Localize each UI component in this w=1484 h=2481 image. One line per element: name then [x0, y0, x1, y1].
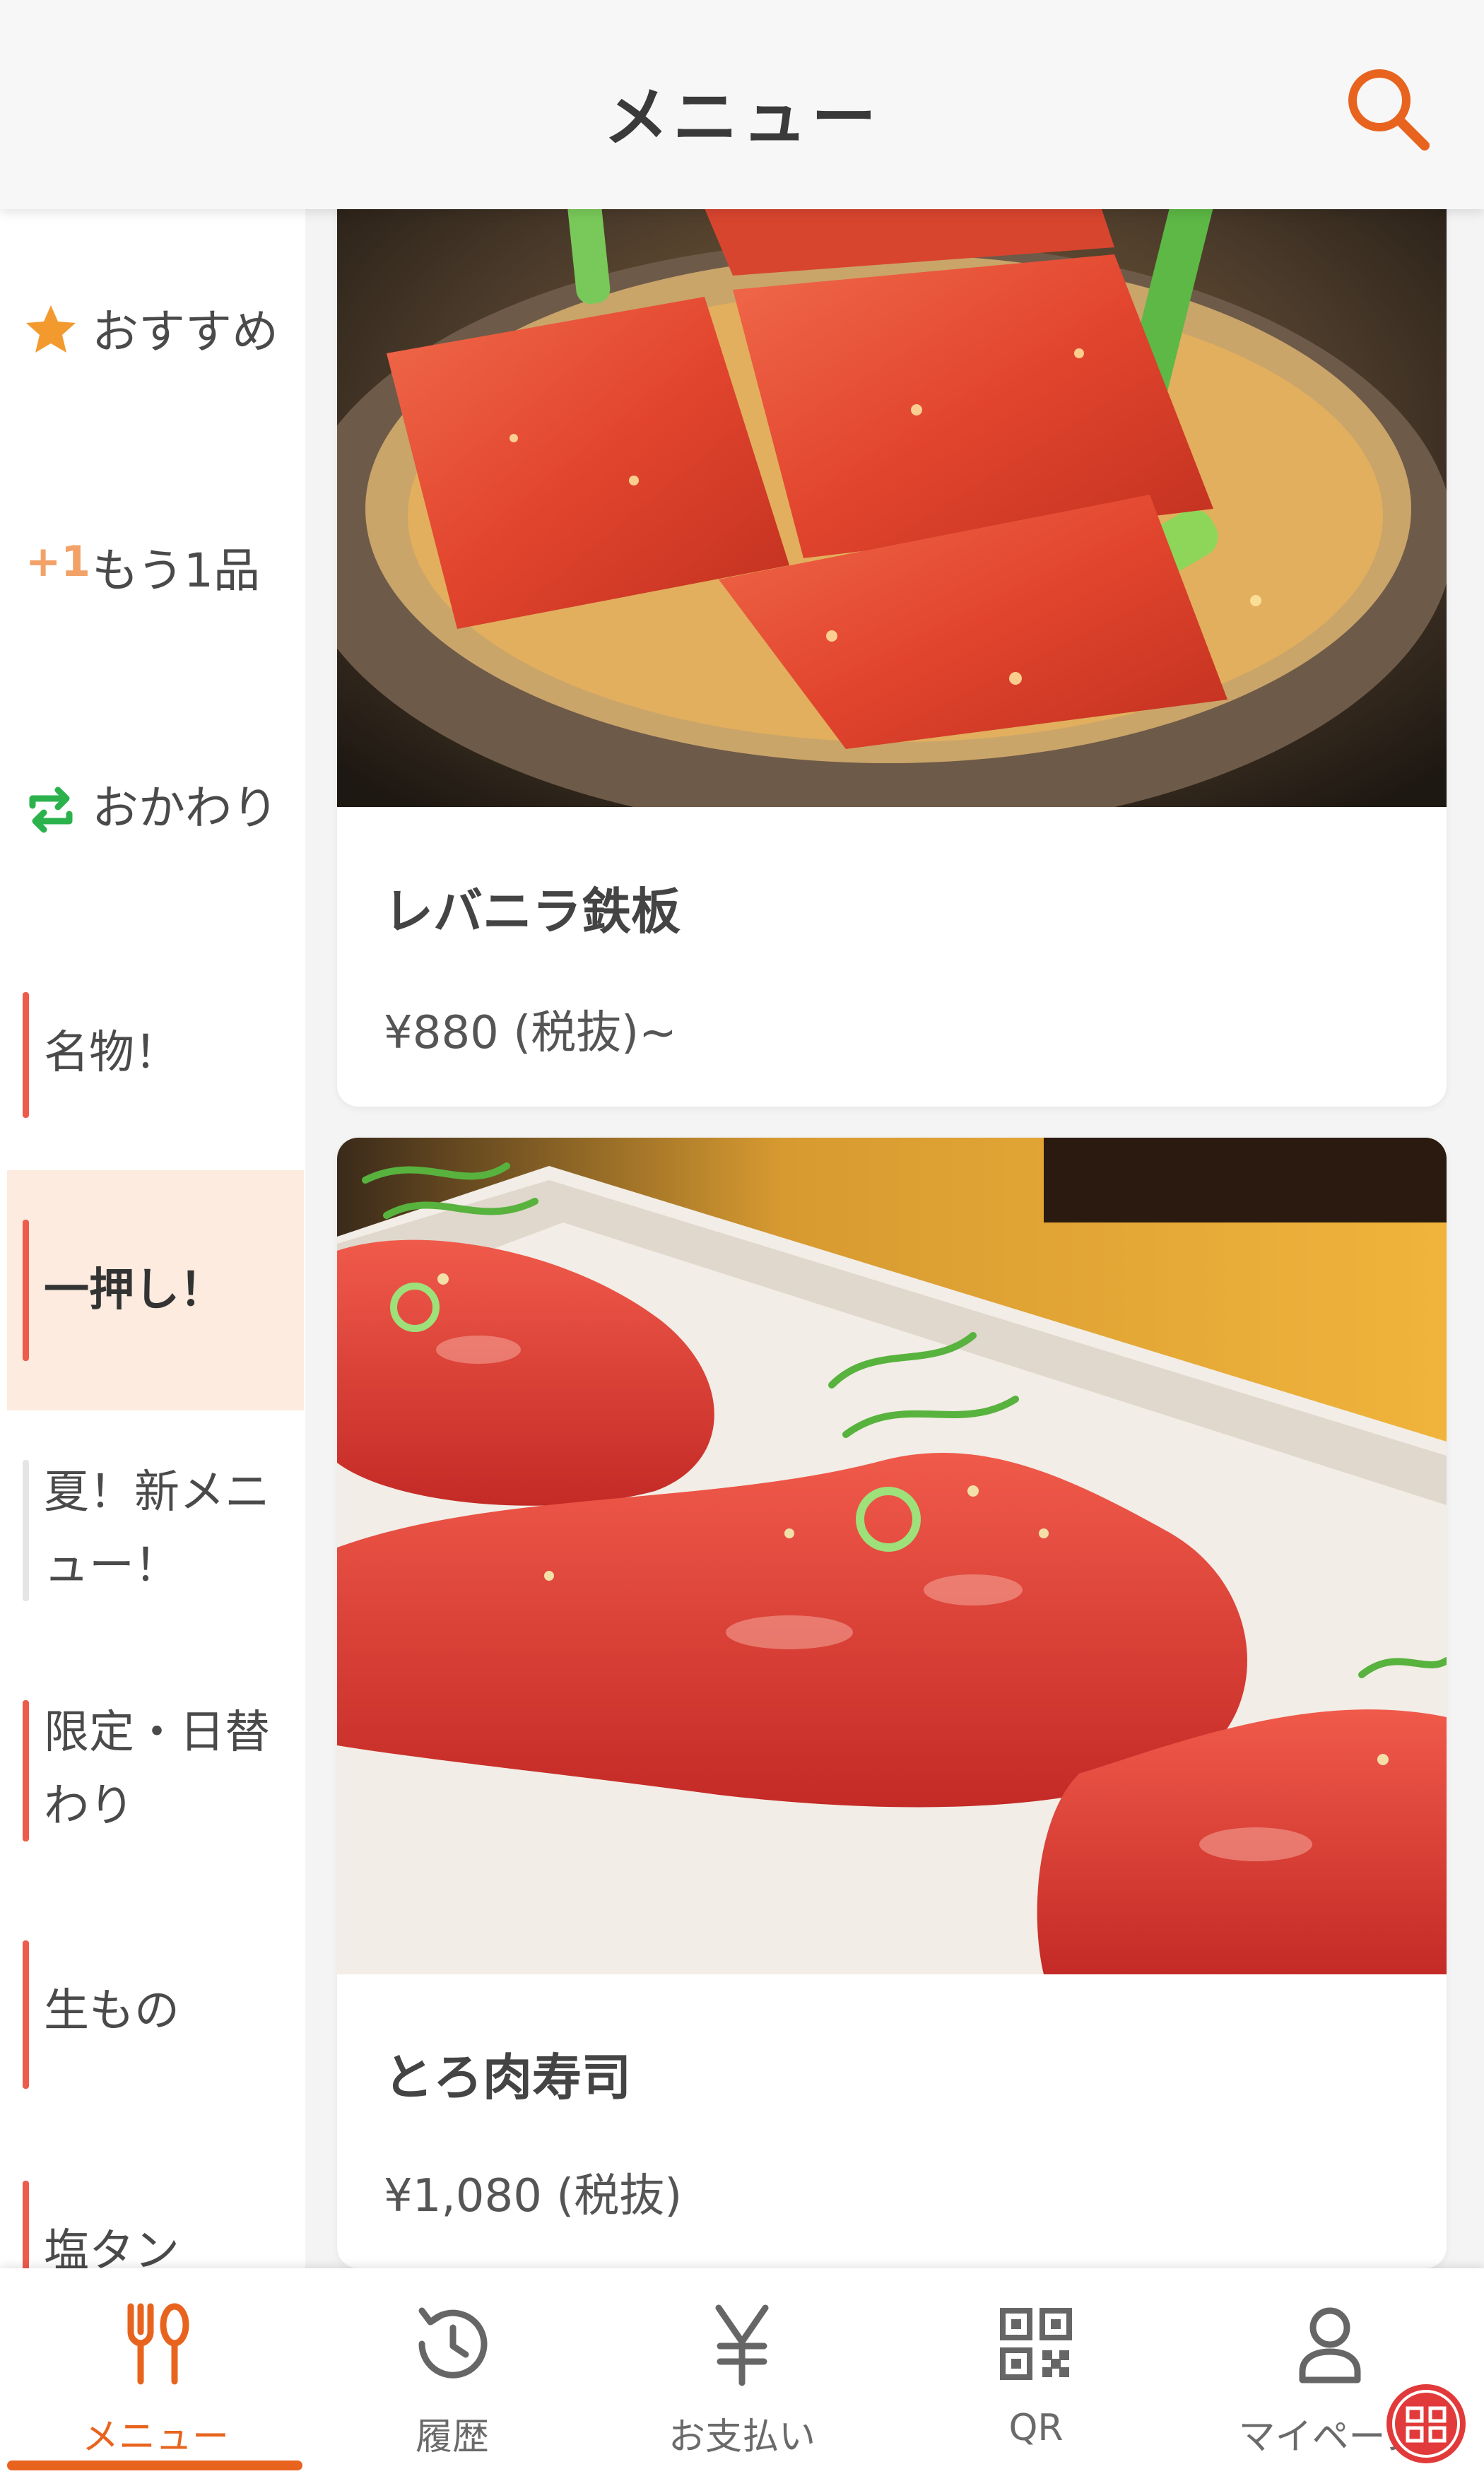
search-icon[interactable]: [1343, 64, 1435, 155]
menu-card[interactable]: レバニラ鉄板 ¥880 (税抜)~: [337, 141, 1447, 1107]
header-bar: メニュー: [0, 0, 1484, 209]
menu-item-price: ¥880 (税抜)~: [384, 1007, 677, 1059]
sidebar-item-salt-tongue[interactable]: 塩タン: [7, 2131, 304, 2268]
category-indicator: [23, 2181, 29, 2268]
sidebar-item-top-pick[interactable]: 一押し！: [7, 1170, 304, 1410]
sidebar-item-label: 夏！新メニュー！: [44, 1466, 270, 1592]
person-icon: [1299, 2307, 1361, 2383]
sidebar-item-raw[interactable]: 生もの: [7, 1891, 304, 2131]
tab-label: お支払い: [668, 2416, 815, 2458]
menu-item-name: レバニラ鉄板: [384, 883, 681, 941]
tab-qr[interactable]: QR: [888, 2268, 1184, 2481]
category-indicator: [23, 992, 29, 1118]
sidebar-item-label: 限定・日替わり: [44, 1707, 270, 1832]
tab-label: QR: [1008, 2407, 1064, 2449]
menu-item-name: とろ肉寿司: [384, 2049, 631, 2106]
liver-and-chives-iron-plate-photo: [337, 141, 1447, 807]
sidebar-item-label: 塩タン: [44, 2225, 179, 2268]
plus-one-icon: +1: [25, 537, 91, 587]
sidebar-item-label: おかわり: [92, 781, 278, 835]
sidebar-item-label: 一押し！: [44, 1264, 225, 1316]
stamp-seal-icon: [1386, 2384, 1466, 2463]
history-icon: [418, 2307, 488, 2379]
sidebar-item-summer-new[interactable]: 夏！新メニュー！: [7, 1410, 304, 1651]
menu-item-price: ¥1,080 (税抜): [384, 2170, 683, 2222]
category-indicator: [23, 1940, 29, 2089]
app-screen: メニュー おすすめ +1 もう1品 おかわり 名物！ 一押し！ 夏！新メニュー！…: [0, 0, 1484, 2481]
active-tab-indicator: [7, 2461, 302, 2470]
fork-spoon-icon: [127, 2303, 189, 2385]
menu-card[interactable]: とろ肉寿司 ¥1,080 (税抜): [337, 1138, 1447, 2268]
page-title: メニュー: [603, 80, 881, 155]
sidebar-item-label: もう1品: [92, 543, 261, 598]
tab-label: 履歴: [415, 2416, 489, 2458]
category-indicator: [23, 1700, 29, 1841]
refill-arrows-icon: [29, 786, 73, 833]
sidebar-item-label: おすすめ: [92, 305, 278, 359]
sidebar-item-recommended[interactable]: おすすめ: [7, 209, 304, 449]
tab-history[interactable]: 履歴: [304, 2268, 601, 2481]
yen-icon: [715, 2304, 769, 2386]
category-indicator: [23, 1220, 29, 1361]
sidebar-item-specialty[interactable]: 名物！: [7, 930, 304, 1170]
tab-menu[interactable]: メニュー: [7, 2268, 304, 2481]
category-sidebar[interactable]: おすすめ +1 もう1品 おかわり 名物！ 一押し！ 夏！新メニュー！ 限定・日…: [0, 209, 305, 2268]
star-icon: [26, 305, 76, 353]
tab-payment[interactable]: お支払い: [594, 2268, 890, 2481]
sidebar-item-label: 生もの: [44, 1985, 179, 2037]
sidebar-item-limited-daily[interactable]: 限定・日替わり: [7, 1651, 304, 1891]
sidebar-item-one-more[interactable]: +1 もう1品: [7, 449, 304, 690]
bottom-tab-bar: メニュー 履歴 お支払い QR マイページ: [0, 2268, 1484, 2481]
fatty-beef-sushi-photo: [337, 1138, 1447, 1974]
sidebar-item-refill[interactable]: おかわり: [7, 690, 304, 930]
qr-code-icon: [1000, 2308, 1072, 2380]
category-indicator: [23, 1460, 29, 1601]
sidebar-item-label: 名物！: [44, 1027, 179, 1079]
tab-label: メニュー: [81, 2416, 229, 2458]
